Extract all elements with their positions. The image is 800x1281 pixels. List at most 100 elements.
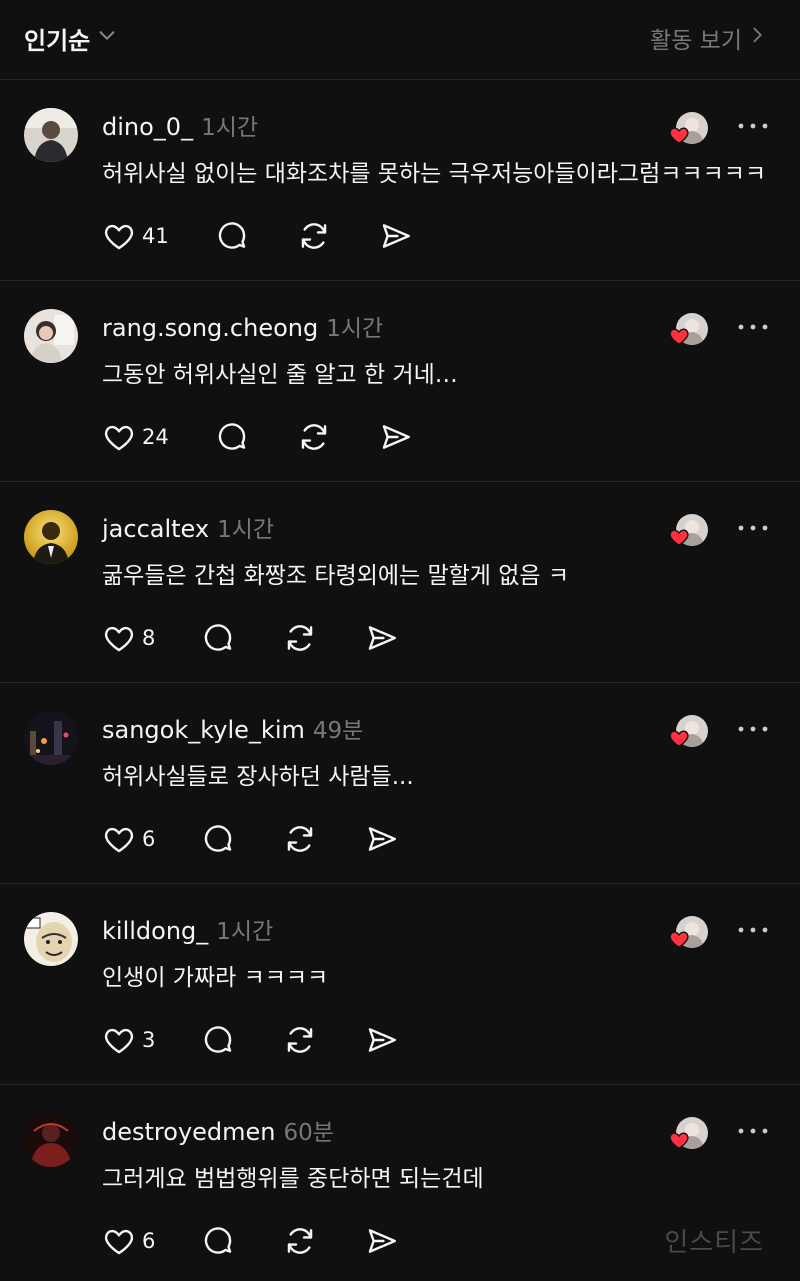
comment-text: 그러게요 범법행위를 중단하면 되는건데 bbox=[102, 1166, 484, 1192]
author-liked-indicator bbox=[668, 110, 716, 154]
comment-text: 허위사실들로 장사하던 사람들... bbox=[102, 764, 414, 790]
author-liked-indicator bbox=[668, 713, 716, 757]
repost-button[interactable] bbox=[283, 621, 317, 655]
share-button[interactable] bbox=[365, 822, 399, 856]
repost-icon bbox=[283, 1224, 317, 1258]
top-bar: 인기순 활동 보기 bbox=[0, 0, 800, 80]
author-liked-indicator bbox=[668, 914, 716, 958]
reply-icon bbox=[201, 621, 235, 655]
avatar[interactable] bbox=[24, 1113, 78, 1167]
heart-icon bbox=[102, 219, 136, 253]
repost-icon bbox=[283, 1023, 317, 1057]
like-button[interactable]: 3 bbox=[102, 1023, 155, 1057]
timestamp: 1시간 bbox=[217, 517, 275, 543]
reply-button[interactable] bbox=[201, 822, 235, 856]
like-count: 8 bbox=[142, 626, 156, 650]
repost-button[interactable] bbox=[283, 1023, 317, 1057]
share-button[interactable] bbox=[365, 1023, 399, 1057]
action-bar: 41 bbox=[102, 216, 413, 256]
like-count: 3 bbox=[142, 1028, 156, 1052]
share-button[interactable] bbox=[365, 621, 399, 655]
like-button[interactable]: 6 bbox=[102, 822, 155, 856]
avatar[interactable] bbox=[24, 711, 78, 765]
avatar[interactable] bbox=[24, 510, 78, 564]
action-bar: 24 bbox=[102, 417, 413, 457]
reply-button[interactable] bbox=[201, 621, 235, 655]
author-liked-indicator bbox=[668, 512, 716, 556]
heart-icon bbox=[102, 1224, 136, 1258]
more-icon[interactable] bbox=[736, 719, 770, 739]
repost-icon bbox=[283, 621, 317, 655]
timestamp: 60분 bbox=[283, 1120, 334, 1146]
reply-button[interactable] bbox=[201, 1023, 235, 1057]
sort-dropdown[interactable]: 인기순 bbox=[24, 20, 118, 56]
reply-button[interactable] bbox=[201, 1224, 235, 1258]
repost-icon bbox=[297, 420, 331, 454]
author-liked-indicator bbox=[668, 311, 716, 355]
heart-icon bbox=[668, 928, 690, 950]
action-bar: 6 bbox=[102, 1221, 399, 1261]
like-button[interactable]: 6 bbox=[102, 1224, 155, 1258]
repost-icon bbox=[297, 219, 331, 253]
share-button[interactable] bbox=[379, 420, 413, 454]
username[interactable]: dino_0_ bbox=[102, 113, 193, 141]
reply-button[interactable] bbox=[215, 420, 249, 454]
like-button[interactable]: 41 bbox=[102, 219, 169, 253]
username[interactable]: sangok_kyle_kim bbox=[102, 716, 305, 744]
more-icon[interactable] bbox=[736, 317, 770, 337]
action-bar: 3 bbox=[102, 1020, 399, 1060]
username[interactable]: killdong_ bbox=[102, 917, 208, 945]
timestamp: 49분 bbox=[312, 718, 364, 744]
share-button[interactable] bbox=[379, 219, 413, 253]
heart-icon bbox=[102, 420, 136, 454]
reply-icon bbox=[215, 219, 249, 253]
heart-icon bbox=[668, 124, 690, 146]
share-icon bbox=[365, 621, 399, 655]
reply-button[interactable] bbox=[215, 219, 249, 253]
more-icon[interactable] bbox=[736, 920, 770, 940]
timestamp: 1시간 bbox=[326, 316, 384, 342]
repost-button[interactable] bbox=[283, 1224, 317, 1258]
comment-item: jaccaltex 1시간 굶우들은 간첩 화짱조 타령외에는 말할게 없음 ㅋ… bbox=[0, 482, 800, 683]
heart-icon bbox=[668, 1129, 690, 1151]
heart-icon bbox=[668, 727, 690, 749]
like-count: 41 bbox=[142, 224, 169, 248]
repost-button[interactable] bbox=[283, 822, 317, 856]
author-liked-indicator bbox=[668, 1115, 716, 1159]
avatar[interactable] bbox=[24, 912, 78, 966]
share-icon bbox=[379, 420, 413, 454]
repost-button[interactable] bbox=[297, 420, 331, 454]
username[interactable]: rang.song.cheong bbox=[102, 314, 318, 342]
action-bar: 6 bbox=[102, 819, 399, 859]
avatar[interactable] bbox=[24, 309, 78, 363]
share-icon bbox=[379, 219, 413, 253]
comment-text: 인생이 가짜라 ㅋㅋㅋㅋ bbox=[102, 965, 329, 991]
like-count: 6 bbox=[142, 1229, 156, 1253]
reply-icon bbox=[201, 822, 235, 856]
username[interactable]: destroyedmen bbox=[102, 1118, 276, 1146]
share-button[interactable] bbox=[365, 1224, 399, 1258]
username[interactable]: jaccaltex bbox=[102, 515, 209, 543]
heart-icon bbox=[102, 822, 136, 856]
view-activity-link[interactable]: 활동 보기 bbox=[650, 20, 766, 56]
comment-item: rang.song.cheong 1시간 그동안 허위사실인 줄 알고 한 거네… bbox=[0, 281, 800, 482]
comment-item: killdong_ 1시간 인생이 가짜라 ㅋㅋㅋㅋ 3 bbox=[0, 884, 800, 1085]
heart-icon bbox=[102, 621, 136, 655]
like-button[interactable]: 24 bbox=[102, 420, 169, 454]
sort-label: 인기순 bbox=[24, 26, 91, 55]
more-icon[interactable] bbox=[736, 518, 770, 538]
comment-header: destroyedmen 60분 bbox=[102, 1113, 334, 1147]
repost-button[interactable] bbox=[297, 219, 331, 253]
like-button[interactable]: 8 bbox=[102, 621, 155, 655]
like-count: 24 bbox=[142, 425, 169, 449]
heart-icon bbox=[668, 526, 690, 548]
reply-icon bbox=[215, 420, 249, 454]
timestamp: 1시간 bbox=[201, 115, 259, 141]
more-icon[interactable] bbox=[736, 116, 770, 136]
repost-icon bbox=[283, 822, 317, 856]
comment-item: dino_0_ 1시간 허위사실 없이는 대화조차를 못하는 극우저능아들이라그… bbox=[0, 80, 800, 281]
more-icon[interactable] bbox=[736, 1121, 770, 1141]
heart-icon bbox=[668, 325, 690, 347]
share-icon bbox=[365, 1224, 399, 1258]
avatar[interactable] bbox=[24, 108, 78, 162]
